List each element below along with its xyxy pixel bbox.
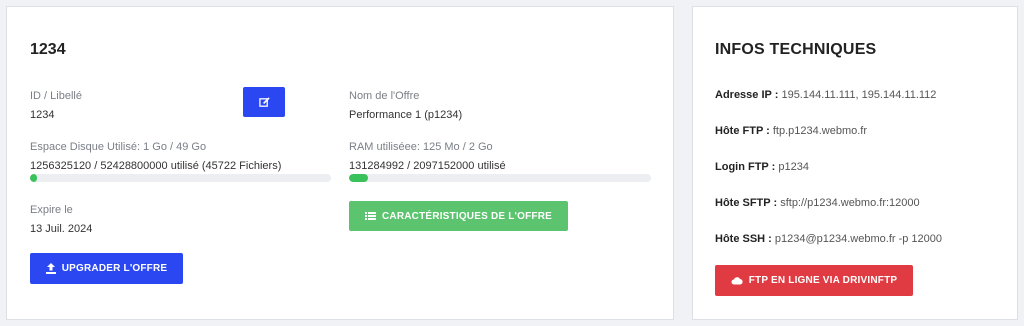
id-field: ID / Libellé 1234: [30, 89, 82, 123]
disk-label: Espace Disque Utilisé: 1 Go / 49 Go: [30, 141, 207, 153]
edit-button[interactable]: [243, 87, 285, 117]
ram-field: RAM utiliséee: 125 Mo / 2 Go 131284992 /…: [349, 140, 506, 174]
list-icon: [364, 211, 376, 221]
sftp-host-label: Hôte SFTP :: [715, 197, 778, 209]
ip-label: Adresse IP :: [715, 89, 779, 101]
cloud-icon: [731, 276, 743, 285]
info-row-ssh-host: Hôte SSH : p1234@p1234.webmo.fr -p 12000: [715, 233, 942, 245]
ram-progress-fill: [349, 174, 369, 182]
disk-progress-fill: [30, 174, 38, 182]
ftp-host-value: ftp.p1234.webmo.fr: [772, 125, 868, 137]
ftp-login-label: Login FTP :: [715, 161, 776, 173]
id-value: 1234: [30, 109, 55, 121]
upload-icon: [45, 263, 56, 274]
offer-name-label: Nom de l'Offre: [349, 90, 420, 102]
ftp-online-label: FTP EN LIGNE VIA DRIVINFTP: [748, 275, 898, 286]
ftp-online-button[interactable]: FTP EN LIGNE VIA DRIVINFTP: [715, 265, 913, 296]
info-row-ftp-host: Hôte FTP : ftp.p1234.webmo.fr: [715, 125, 867, 137]
ftp-login-value: p1234: [778, 161, 809, 173]
disk-progress-bar: [30, 174, 331, 182]
ram-value: 131284992 / 2097152000 utilisé: [349, 160, 506, 172]
info-row-sftp-host: Hôte SFTP : sftp://p1234.webmo.fr:12000: [715, 197, 920, 209]
ram-label: RAM utiliséee: 125 Mo / 2 Go: [349, 141, 493, 153]
server-title: 1234: [30, 41, 66, 58]
disk-value: 1256325120 / 52428800000 utilisé (45722 …: [30, 160, 282, 172]
tech-info-card: INFOS TECHNIQUES Adresse IP : 195.144.11…: [692, 6, 1018, 320]
expire-label: Expire le: [30, 204, 73, 216]
offer-features-label: CARACTÉRISTIQUES DE L'OFFRE: [381, 210, 552, 222]
tech-info-title: INFOS TECHNIQUES: [715, 41, 877, 58]
upgrade-button[interactable]: UPGRADER L'OFFRE: [30, 253, 183, 284]
ftp-host-label: Hôte FTP :: [715, 125, 770, 137]
expire-field: Expire le 13 Juil. 2024: [30, 203, 92, 237]
offer-name-field: Nom de l'Offre Performance 1 (p1234): [349, 89, 462, 123]
expire-value: 13 Juil. 2024: [30, 223, 93, 235]
offer-features-button[interactable]: CARACTÉRISTIQUES DE L'OFFRE: [349, 201, 568, 231]
edit-icon: [258, 96, 270, 108]
ram-progress-bar: [349, 174, 651, 182]
info-row-ftp-login: Login FTP : p1234: [715, 161, 809, 173]
upgrade-label: UPGRADER L'OFFRE: [61, 263, 168, 274]
server-card: 1234 ID / Libellé 1234 Nom de l'Offre Pe…: [6, 6, 674, 320]
info-row-ip: Adresse IP : 195.144.11.111, 195.144.11.…: [715, 89, 936, 101]
ssh-host-label: Hôte SSH :: [715, 233, 772, 245]
sftp-host-value: sftp://p1234.webmo.fr:12000: [780, 197, 920, 209]
ssh-host-value: p1234@p1234.webmo.fr -p 12000: [774, 233, 943, 245]
offer-name-value: Performance 1 (p1234): [349, 109, 463, 121]
ip-value: 195.144.11.111, 195.144.11.112: [781, 89, 937, 101]
id-label: ID / Libellé: [30, 90, 82, 102]
disk-field: Espace Disque Utilisé: 1 Go / 49 Go 1256…: [30, 140, 281, 174]
